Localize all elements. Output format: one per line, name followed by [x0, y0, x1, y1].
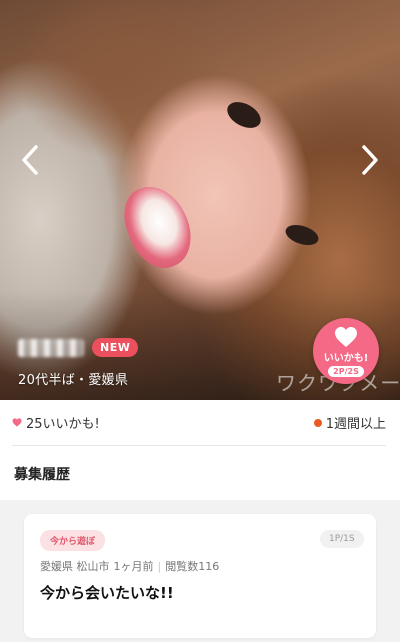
photo-detail: [222, 96, 266, 134]
stats-row: 25いいかも! 1週間以上: [12, 400, 386, 446]
last-login-text: 1週間以上: [325, 417, 386, 432]
post-pager: 1P/1S: [320, 530, 364, 548]
post-location: 愛媛県 松山市: [40, 560, 110, 573]
post-time: 1ヶ月前: [113, 560, 154, 573]
last-login: 1週間以上: [313, 413, 386, 432]
chevron-left-icon: [22, 145, 38, 175]
photo-detail: [114, 176, 202, 278]
like-total-text: 25いいかも!: [26, 417, 100, 432]
meta-divider: |: [157, 559, 162, 573]
new-badge: NEW: [92, 338, 139, 357]
post-views: 閲覧数116: [165, 560, 220, 573]
prev-photo-button[interactable]: [16, 140, 44, 180]
heart-icon: [12, 418, 22, 427]
history-card[interactable]: 今から遊ぼ 1P/1S 愛媛県 松山市 1ヶ月前 | 閲覧数116 今から会いた…: [24, 514, 376, 638]
photo-detail: [283, 221, 321, 249]
age-location: 20代半ば・愛媛県: [18, 373, 129, 388]
post-title: 今から会いたいな!!: [40, 584, 174, 602]
next-photo-button[interactable]: [356, 140, 384, 180]
section-title: 募集履歴: [14, 467, 70, 483]
profile-name-row: NEW: [18, 338, 139, 357]
like-button-label: いいかも!: [323, 353, 369, 364]
like-total: 25いいかも!: [12, 413, 100, 432]
info-panel: 25いいかも! 1週間以上 募集履歴: [0, 400, 400, 500]
heart-icon: [335, 327, 357, 347]
category-tag: 今から遊ぼ: [40, 530, 106, 551]
status-dot-icon: [313, 418, 322, 427]
chevron-right-icon: [362, 145, 378, 175]
like-button[interactable]: いいかも! 2P/2S: [313, 318, 379, 384]
like-button-count: 2P/2S: [328, 366, 364, 377]
profile-photo[interactable]: ワクワクメール NEW 20代半ば・愛媛県 いいかも! 2P/2S: [0, 0, 400, 400]
post-meta: 愛媛県 松山市 1ヶ月前 | 閲覧数116: [40, 558, 219, 574]
blurred-username: [18, 338, 84, 357]
